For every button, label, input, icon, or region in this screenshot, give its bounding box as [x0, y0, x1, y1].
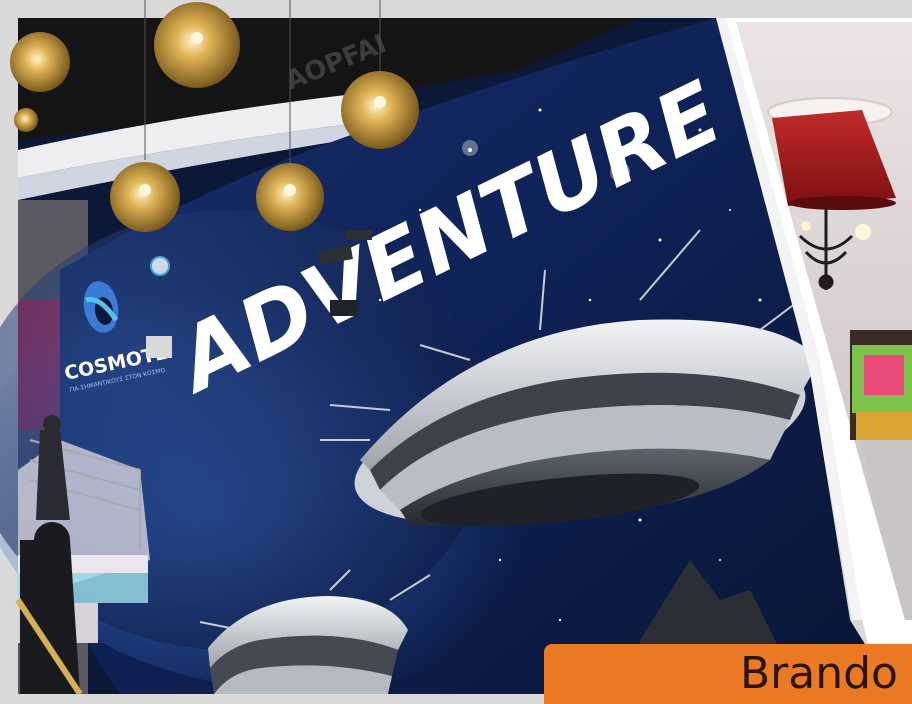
- brand-caption-banner: Brando: [544, 644, 912, 704]
- caption-text: Brando: [740, 648, 898, 699]
- exit-sign: [146, 336, 172, 358]
- photo-collage: AOPFAI ADVENTURE COSMOTE ΓΙΑ ΣΗΜΑΝΤΙΚΟΥΣ…: [0, 0, 912, 694]
- lamp-3: [10, 32, 70, 92]
- photo-scene: AOPFAI ADVENTURE COSMOTE ΓΙΑ ΣΗΜΑΝΤΙΚΟΥΣ…: [0, 0, 912, 694]
- lamp-5: [341, 71, 419, 149]
- lamp-2: [154, 2, 240, 88]
- wall-sign: [150, 256, 170, 276]
- lamp-1: [110, 162, 180, 232]
- lamp-4: [256, 163, 324, 231]
